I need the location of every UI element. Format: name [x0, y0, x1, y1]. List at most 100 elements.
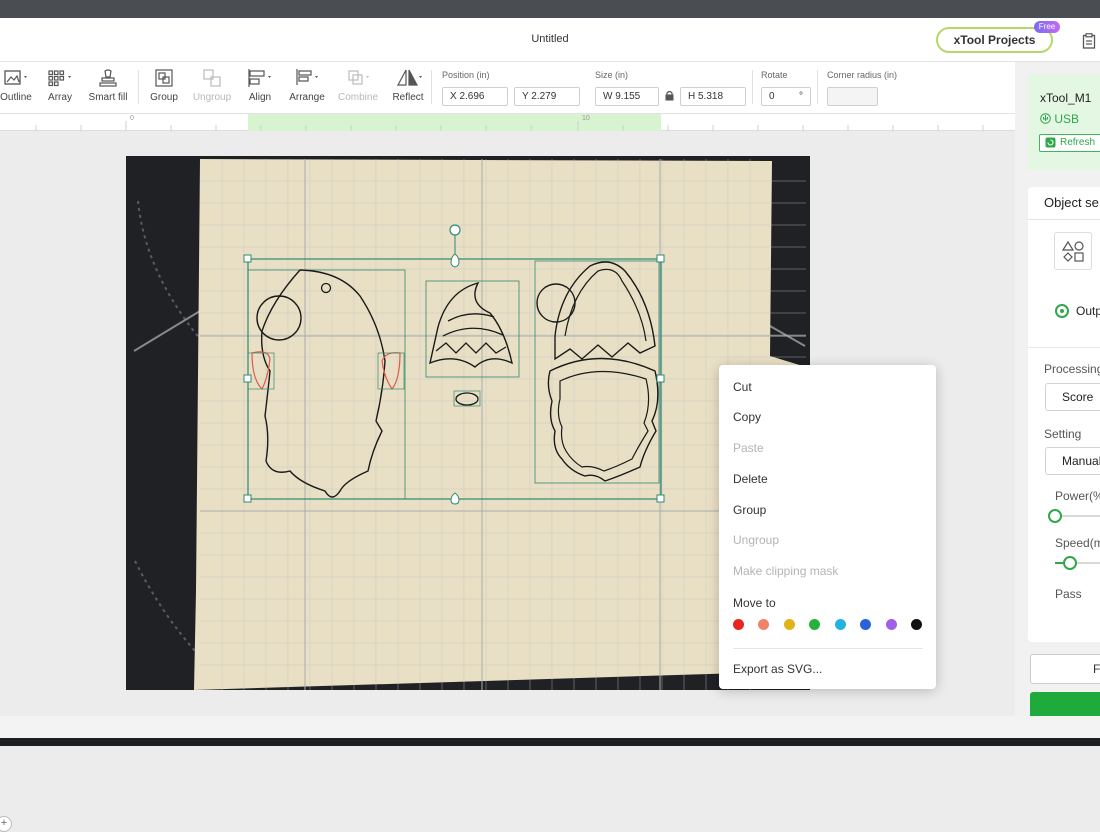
toolbar-separator [752, 70, 753, 104]
speed-label: Speed(m [1055, 536, 1100, 550]
array-tool[interactable]: Array [44, 68, 76, 110]
power-slider-knob[interactable] [1048, 509, 1062, 523]
rotate-unit: ° [799, 91, 803, 102]
rotate-value: 0 [769, 91, 775, 102]
device-card: xTool_M1 USB Refresh [1028, 74, 1100, 170]
size-label: Size (in) [595, 70, 629, 80]
clipboard-icon[interactable] [1082, 33, 1096, 49]
menu-item-make-clipping-mask[interactable]: Make clipping mask [733, 564, 838, 578]
tab-divider [1028, 219, 1100, 220]
usb-icon [1040, 113, 1051, 124]
menu-item-move-to: Move to [733, 596, 776, 610]
card-divider [1028, 347, 1100, 348]
window-top-strip [0, 0, 1100, 18]
outline-tool[interactable]: Outline [0, 68, 34, 110]
move-to-green-layer[interactable] [809, 619, 820, 630]
size-h-input[interactable]: H 5.318 [680, 87, 746, 106]
output-label: Outp [1076, 304, 1100, 318]
ungroup-label: Ungroup [192, 92, 232, 103]
speed-slider[interactable] [1055, 556, 1100, 570]
connection-status: USB [1040, 112, 1079, 126]
arrange-label: Arrange [289, 92, 325, 103]
material-board [194, 159, 806, 690]
add-icon[interactable]: + [0, 816, 12, 832]
ruler-ticks [35, 121, 984, 131]
toolbar-separator [431, 70, 432, 104]
refresh-button[interactable]: Refresh [1039, 134, 1100, 152]
move-to-blue-layer[interactable] [860, 619, 871, 630]
combine-label: Combine [337, 92, 379, 103]
position-x-input[interactable]: X 2.696 [442, 87, 508, 106]
shapes-icon [1061, 240, 1084, 262]
reflect-tool[interactable]: Reflect [389, 68, 427, 110]
context-menu: Cut Copy Paste Delete Group Ungroup Make… [719, 365, 936, 689]
menu-item-export-svg[interactable]: Export as SVG... [733, 662, 822, 676]
smart-fill-tool[interactable]: Smart fill [86, 68, 130, 110]
taskbar [0, 738, 1100, 746]
smart-fill-icon [99, 69, 117, 87]
menu-item-delete[interactable]: Delete [733, 472, 768, 486]
setting-select[interactable]: Manual [1045, 447, 1100, 475]
processing-select[interactable]: Score [1045, 383, 1100, 411]
device-name: xTool_M1 [1040, 91, 1092, 105]
shape-thumbnail[interactable] [1054, 232, 1092, 270]
reflect-label: Reflect [392, 92, 424, 103]
rotate-label: Rotate [761, 70, 788, 80]
refresh-label: Refresh [1060, 137, 1096, 148]
size-w-input[interactable]: W 9.155 [595, 87, 659, 106]
menu-item-copy[interactable]: Copy [733, 410, 761, 424]
title-bar: Untitled xTool Projects Free [0, 18, 1100, 62]
document-title: Untitled [531, 33, 569, 45]
menu-item-group[interactable]: Group [733, 503, 766, 517]
setting-label: Setting [1044, 427, 1082, 441]
move-to-purple-layer[interactable] [886, 619, 897, 630]
right-panel: xTool_M1 USB Refresh Object se Outp Proc… [1015, 62, 1100, 716]
toolbar-separator [817, 70, 818, 104]
group-label: Group [150, 92, 178, 103]
move-to-black-layer[interactable] [911, 619, 922, 630]
corner-radius-label: Corner radius (in) [827, 70, 898, 80]
output-radio[interactable] [1055, 304, 1069, 318]
arrange-tool[interactable]: Arrange [287, 68, 327, 110]
pass-label: Pass [1055, 587, 1082, 601]
bottom-bar [0, 716, 1100, 738]
menu-item-paste[interactable]: Paste [733, 441, 764, 455]
group-tool[interactable]: Group [147, 68, 181, 110]
menu-item-cut[interactable]: Cut [733, 380, 752, 394]
position-label: Position (in) [442, 70, 490, 80]
speed-slider-knob[interactable] [1063, 556, 1077, 570]
position-y-input[interactable]: Y 2.279 [514, 87, 580, 106]
outline-icon [4, 70, 27, 85]
group-icon [155, 69, 173, 87]
move-to-cyan-layer[interactable] [835, 619, 846, 630]
move-to-red-layer[interactable] [733, 619, 744, 630]
free-badge: Free [1034, 21, 1060, 33]
connection-label: USB [1054, 112, 1080, 126]
corner-radius-input[interactable] [827, 87, 878, 106]
combine-tool[interactable]: Combine [336, 68, 380, 110]
processing-label: Processing [1044, 362, 1100, 376]
refresh-icon [1045, 137, 1056, 148]
ungroup-icon [203, 69, 221, 87]
outline-label: Outline [0, 92, 32, 103]
menu-item-ungroup[interactable]: Ungroup [733, 533, 779, 547]
smart-fill-label: Smart fill [88, 92, 128, 103]
move-to-salmon-layer[interactable] [758, 619, 769, 630]
object-settings-tab[interactable]: Object se [1044, 195, 1099, 210]
arrange-icon [296, 69, 318, 85]
lock-icon[interactable] [665, 90, 674, 101]
power-slider[interactable] [1048, 509, 1100, 523]
ungroup-tool[interactable]: Ungroup [190, 68, 234, 110]
framing-button[interactable]: F [1030, 654, 1100, 684]
array-label: Array [48, 92, 72, 103]
array-icon [48, 70, 71, 87]
toolbar-separator [138, 70, 139, 104]
menu-divider [733, 648, 923, 649]
start-button[interactable] [1030, 692, 1100, 716]
align-tool[interactable]: Align [244, 68, 276, 110]
align-label: Align [248, 92, 272, 103]
rotate-input[interactable]: 0 ° [761, 87, 811, 106]
align-icon [248, 69, 271, 87]
move-to-yellow-layer[interactable] [784, 619, 795, 630]
toolbar: Outline Array Smart fill Group Ungroup A… [0, 62, 1015, 114]
